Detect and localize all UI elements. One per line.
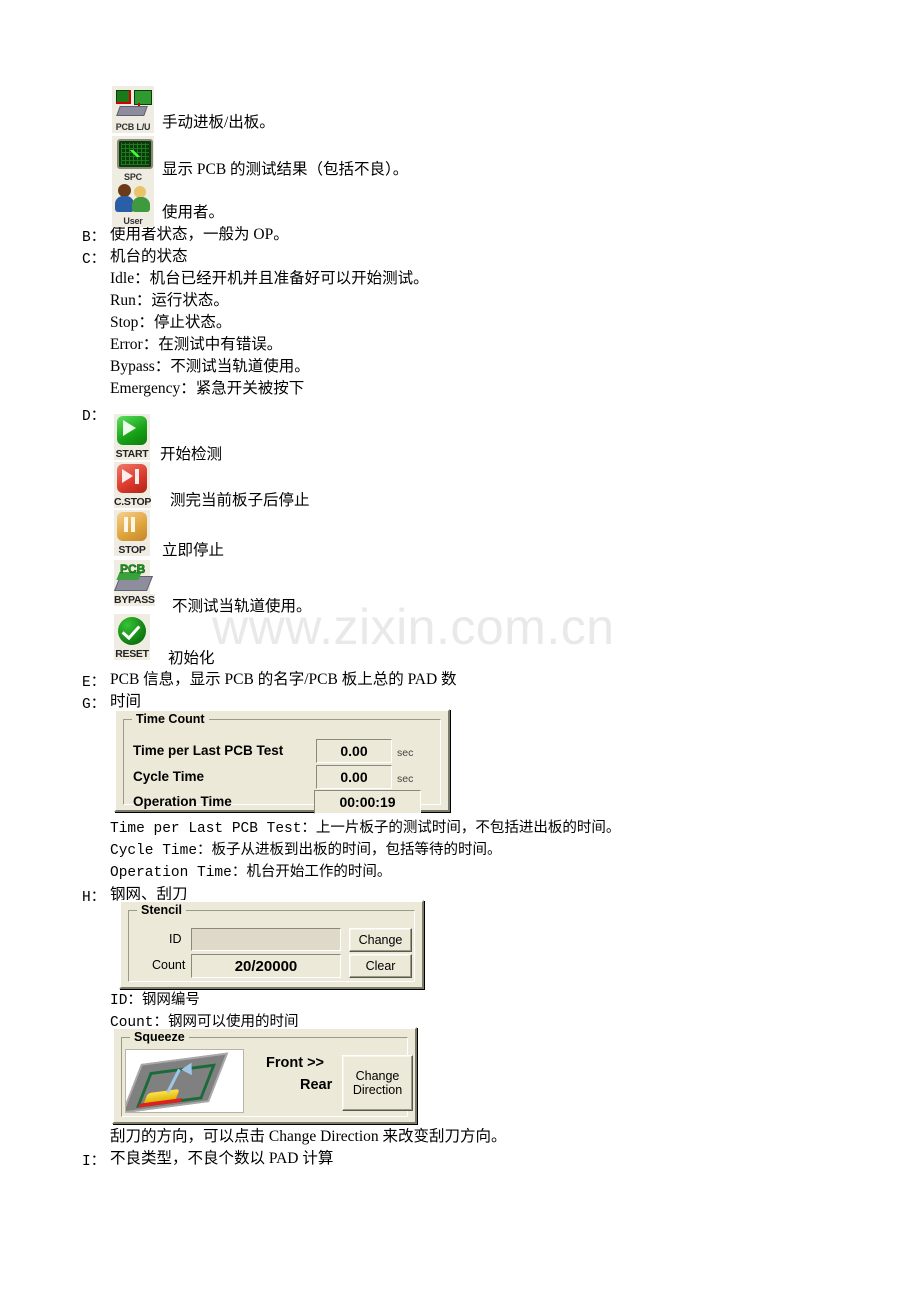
machine-state-stop: Stop：停止状态。 xyxy=(110,314,232,331)
section-i-text: 不良类型，不良个数以 PAD 计算 xyxy=(110,1150,334,1167)
section-b-text: 使用者状态，一般为 OP。 xyxy=(110,226,289,243)
pcb-load-unload-description: 手动进板/出板。 xyxy=(162,114,275,131)
section-g-label: G： xyxy=(82,697,106,713)
bypass-pcb-art: PCB xyxy=(113,560,154,594)
operation-time-value: 00:00:19 xyxy=(314,790,421,814)
cycle-stop-button-art xyxy=(114,462,150,496)
cycle-stop-description: 测完当前板子后停止 xyxy=(170,492,310,509)
stencil-change-button[interactable]: Change xyxy=(349,928,412,952)
squeeze-legend: Squeeze xyxy=(130,1030,189,1044)
time-per-last-pcb-test-value: 0.00 xyxy=(316,739,392,763)
cycle-time-value: 0.00 xyxy=(316,765,392,789)
section-h-label: H： xyxy=(82,890,106,906)
machine-state-idle: Idle：机台已经开机并且准备好可以开始测试。 xyxy=(110,270,429,287)
section-e-label: E： xyxy=(82,675,106,691)
bypass-caption: BYPASS xyxy=(114,594,155,606)
machine-state-bypass: Bypass：不测试当轨道使用。 xyxy=(110,358,310,375)
stop-button-icon[interactable]: STOP xyxy=(114,510,150,556)
time-per-last-pcb-test-label: Time per Last PCB Test xyxy=(133,743,284,758)
bypass-pcb-icon[interactable]: PCB BYPASS xyxy=(113,560,155,606)
user-accounts-icon[interactable]: User xyxy=(112,180,154,227)
time-note-last-pcb: Time per Last PCB Test：上一片板子的测试时间，不包括进出板… xyxy=(110,821,621,837)
stencil-count-value: 20/20000 xyxy=(191,954,341,978)
reset-check-icon[interactable]: RESET xyxy=(114,614,150,660)
stencil-squeegee-diagram-icon xyxy=(125,1049,244,1113)
machine-state-run: Run：运行状态。 xyxy=(110,292,229,309)
start-description: 开始检测 xyxy=(160,446,223,463)
time-per-last-pcb-test-unit: sec xyxy=(397,747,414,759)
bypass-description: 不测试当轨道使用。 xyxy=(172,598,312,615)
stencil-note-id: ID：钢网编号 xyxy=(110,993,200,1009)
section-b-label: B： xyxy=(82,230,106,246)
time-note-cycle: Cycle Time：板子从进板到出板的时间，包括等待的时间。 xyxy=(110,843,502,859)
start-button-icon[interactable]: START xyxy=(114,414,150,460)
stop-description: 立即停止 xyxy=(162,542,225,559)
stencil-count-label: Count xyxy=(152,958,186,972)
section-i-label: I： xyxy=(82,1154,106,1170)
user-description: 使用者。 xyxy=(162,204,225,221)
squeeze-front-label: Front >> xyxy=(266,1055,325,1071)
reset-check-art xyxy=(114,614,150,648)
section-d-label: D： xyxy=(82,409,106,425)
squeeze-rear-label: Rear xyxy=(300,1077,333,1093)
time-count-panel: Time Count Time per Last PCB Test 0.00 s… xyxy=(114,709,450,814)
user-accounts-icon-art xyxy=(112,180,154,216)
stencil-id-label: ID xyxy=(169,932,182,946)
cycle-stop-button-caption: C.STOP xyxy=(114,496,152,508)
squeeze-panel: Squeeze Front >> Rear Change Direction xyxy=(112,1027,417,1124)
change-direction-line2: Direction xyxy=(352,1083,403,1097)
section-c-label: C： xyxy=(82,252,106,268)
cycle-stop-button-icon[interactable]: C.STOP xyxy=(114,462,151,508)
stencil-clear-button[interactable]: Clear xyxy=(349,954,412,978)
pcb-load-unload-caption: PCB L/U xyxy=(112,122,154,133)
cycle-time-label: Cycle Time xyxy=(133,769,205,784)
pcb-load-unload-icon-art xyxy=(112,86,154,122)
section-c-title: 机台的状态 xyxy=(110,248,188,265)
spc-chart-icon[interactable]: SPC xyxy=(112,136,154,183)
pcb-load-unload-icon[interactable]: PCB L/U xyxy=(112,86,154,133)
operation-time-label: Operation Time xyxy=(133,794,232,809)
time-count-legend: Time Count xyxy=(132,712,209,726)
spc-description: 显示 PCB 的测试结果（包括不良）。 xyxy=(162,161,409,178)
squeeze-note: 刮刀的方向，可以点击 Change Direction 来改变刮刀方向。 xyxy=(110,1128,507,1145)
machine-state-error: Error：在测试中有错误。 xyxy=(110,336,283,353)
stencil-panel: Stencil ID Change Count 20/20000 Clear xyxy=(119,900,424,989)
reset-description: 初始化 xyxy=(168,650,215,667)
user-caption: User xyxy=(112,216,154,227)
reset-caption: RESET xyxy=(114,648,150,660)
start-button-art xyxy=(114,414,150,448)
stencil-id-input[interactable] xyxy=(191,928,341,951)
spc-chart-icon-art xyxy=(112,136,154,172)
machine-state-emergency: Emergency：紧急开关被按下 xyxy=(110,380,305,397)
change-direction-button[interactable]: Change Direction xyxy=(342,1055,413,1111)
start-button-caption: START xyxy=(114,448,150,460)
stencil-legend: Stencil xyxy=(137,903,186,917)
cycle-time-unit: sec xyxy=(397,773,414,785)
time-note-operation: Operation Time：机台开始工作的时间。 xyxy=(110,865,392,881)
change-direction-line1: Change xyxy=(355,1069,400,1083)
section-e-text: PCB 信息，显示 PCB 的名字/PCB 板上总的 PAD 数 xyxy=(110,671,457,688)
document-page: www.zixin.com.cn PCB L/U 手动进板/出板。 SPC 显示… xyxy=(0,0,920,1301)
stop-button-caption: STOP xyxy=(114,544,150,556)
stop-button-art xyxy=(114,510,150,544)
